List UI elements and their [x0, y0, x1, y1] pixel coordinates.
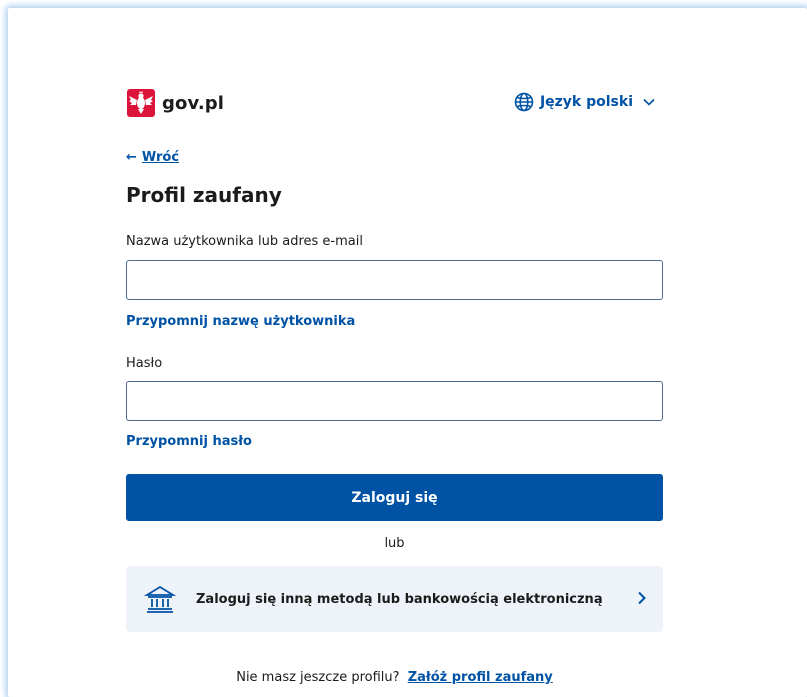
username-label: Nazwa użytkownika lub adres e-mail [126, 234, 363, 249]
chevron-down-icon [643, 98, 655, 106]
footer-question: Nie masz jeszcze profilu? [236, 670, 400, 685]
header: gov.pl Język polski [126, 88, 663, 118]
alt-login-label: Zaloguj się inną metodą lub bankowością … [196, 591, 603, 607]
language-selector[interactable]: Język polski [514, 92, 655, 112]
footer: Nie masz jeszcze profilu? Załóż profil z… [126, 670, 663, 685]
create-profile-link[interactable]: Załóż profil zaufany [408, 670, 553, 685]
language-label: Język polski [539, 94, 633, 110]
back-label: Wróć [141, 150, 180, 165]
page-title: Profil zaufany [126, 183, 282, 207]
login-button[interactable]: Zaloguj się [126, 474, 663, 521]
or-divider: lub [384, 536, 405, 551]
remind-password-link[interactable]: Przypomnij hasło [126, 434, 252, 449]
remind-username-link[interactable]: Przypomnij nazwę użytkownika [126, 314, 355, 329]
logo-text: gov.pl [162, 92, 225, 114]
bank-icon [143, 583, 177, 615]
chevron-right-icon [637, 590, 647, 609]
back-link[interactable]: ← Wróć [126, 150, 179, 165]
gov-logo[interactable]: gov.pl [126, 88, 224, 118]
poland-emblem-icon [126, 88, 156, 118]
password-label: Hasło [126, 356, 163, 371]
globe-icon [514, 92, 534, 112]
username-input[interactable] [126, 260, 663, 300]
alt-login-button[interactable]: Zaloguj się inną metodą lub bankowością … [126, 566, 663, 632]
password-input[interactable] [126, 381, 663, 421]
arrow-left-icon: ← [126, 150, 137, 165]
